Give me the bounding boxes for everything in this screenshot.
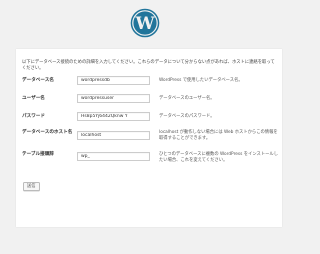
table-prefix-label: テーブル接頭辞 [22, 152, 54, 157]
submit-button[interactable]: 送信 [23, 182, 40, 191]
database-name-label: データベース名 [22, 78, 54, 83]
database-name-input[interactable] [77, 76, 150, 85]
table-prefix-input[interactable] [77, 152, 150, 161]
password-label: パスワード [22, 114, 45, 119]
password-help: データベースのパスワード。 [159, 114, 215, 119]
username-help: データベースのユーザー名。 [159, 96, 215, 101]
table-prefix-help: ひとつのデータベースに複数の WordPress をインストールしたい場合、これ… [159, 152, 279, 163]
wordpress-logo-icon: W [130, 8, 160, 38]
database-host-label: データベースのホスト名 [22, 130, 73, 135]
password-input[interactable] [77, 112, 150, 121]
database-host-input[interactable] [77, 131, 150, 140]
username-input[interactable] [77, 94, 150, 103]
intro-text: 以下にデータベース接続のための詳細を入力してください。これらのデータについて分か… [22, 60, 275, 72]
database-host-help: localhost が動作しない場合には Web ホストからこの情報を取得するこ… [159, 130, 278, 141]
setup-config-panel: 以下にデータベース接続のための詳細を入力してください。これらのデータについて分か… [16, 49, 282, 227]
database-name-help: WordPress で使用したいデータベース名。 [159, 78, 243, 83]
svg-text:W: W [134, 14, 155, 34]
username-label: ユーザー名 [22, 96, 45, 101]
